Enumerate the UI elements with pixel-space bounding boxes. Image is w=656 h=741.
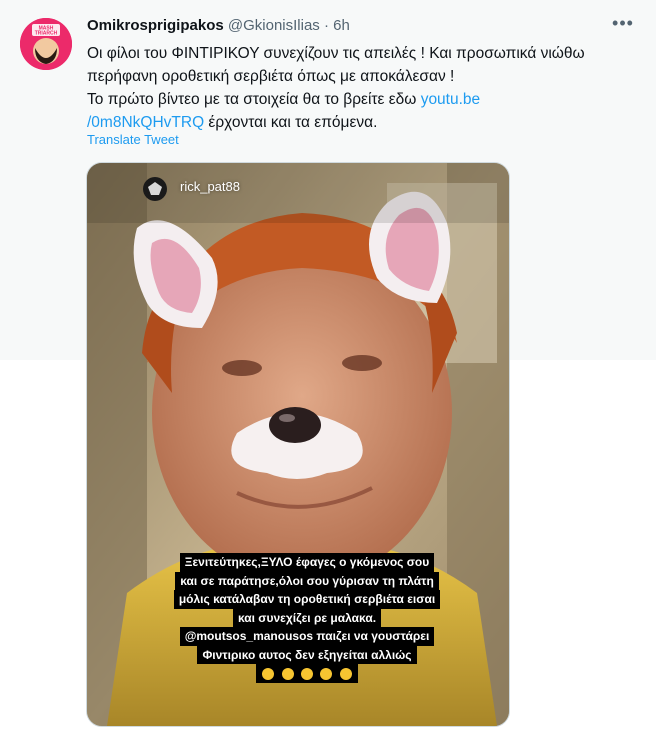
tweet-text-tail: έρχονται και τα επόμενα. (204, 114, 378, 131)
story-caption: Ξενιτεύτηκες,ΞΥΛΟ έφαγες ο γκόμενος σου … (157, 553, 457, 683)
avatar[interactable]: MASH TRIARCH (20, 18, 72, 70)
caption-line: και σε παράτησε,όλοι σου γύρισαν τη πλάτ… (175, 571, 439, 590)
translate-tweet-link[interactable]: Translate Tweet (87, 132, 179, 147)
caption-line: Ξενιτεύτηκες,ΞΥΛΟ έφαγες ο γκόμενος σου (179, 553, 435, 572)
youtube-link-part1[interactable]: youtu.be (421, 91, 480, 108)
caption-mention-line: @moutsos_manousos παιζει να γουστάρει (179, 627, 435, 646)
tweet-text-line-3-lead: Το πρώτο βίντεο με τα στοιχεία θα το βρε… (87, 91, 421, 108)
laughing-emoji-icon (301, 667, 313, 680)
youtube-link-part2[interactable]: /0m8NkQHvTRQ (87, 114, 204, 131)
separator-dot: · (323, 17, 329, 34)
tweet-article[interactable]: MASH TRIARCH Omikrosprigipakos @GkionisI… (0, 0, 656, 741)
story-username: rick_pat88 (180, 179, 240, 194)
caption-line: μόλις κατάλαβαν τη οροθετική σερβιέτα ει… (173, 590, 441, 609)
tweet-header: Omikrosprigipakos @GkionisIlias · 6h (87, 15, 607, 37)
tweet-text: Οι φίλοι του ΦΙΝΤΙΡΙΚΟΥ συνεχίζουν τις α… (87, 42, 632, 134)
caption-line: και συνεχίζει ρε μαλακα. (232, 608, 382, 627)
tweet-text-line-4: /0m8NkQHvTRQ έρχονται και τα επόμενα. (87, 111, 632, 134)
user-handle[interactable]: @GkionisIlias (228, 17, 320, 34)
tweet-text-line-1: Οι φίλοι του ΦΙΝΤΙΡΙΚΟΥ συνεχίζουν τις α… (87, 45, 585, 62)
more-options-icon[interactable]: ••• (610, 14, 636, 36)
laughing-emoji-icon (262, 667, 275, 680)
tweet-text-line-3: Το πρώτο βίντεο με τα στοιχεία θα το βρε… (87, 88, 632, 111)
tweet-text-line-2: περήφανη οροθετική σερβιέτα όπως με αποκ… (87, 68, 455, 85)
avatar-image: MASH TRIARCH (20, 18, 72, 70)
caption-line: Φιντιρικο αυτος δεν εξηγείται αλλιώς (197, 645, 417, 664)
svg-text:TRIARCH: TRIARCH (35, 31, 58, 37)
display-name[interactable]: Omikrosprigipakos (87, 17, 224, 34)
tweet-time[interactable]: 6h (333, 17, 350, 34)
laughing-emoji-icon (281, 667, 294, 680)
laughing-emoji-icon (339, 667, 352, 680)
laughing-emoji-icon (320, 667, 333, 680)
tweet-media-image[interactable]: rick_pat88 Ξενιτεύτηκες,ΞΥΛΟ έφαγες ο γκ… (86, 162, 510, 727)
laughing-emoji-row (256, 664, 358, 683)
